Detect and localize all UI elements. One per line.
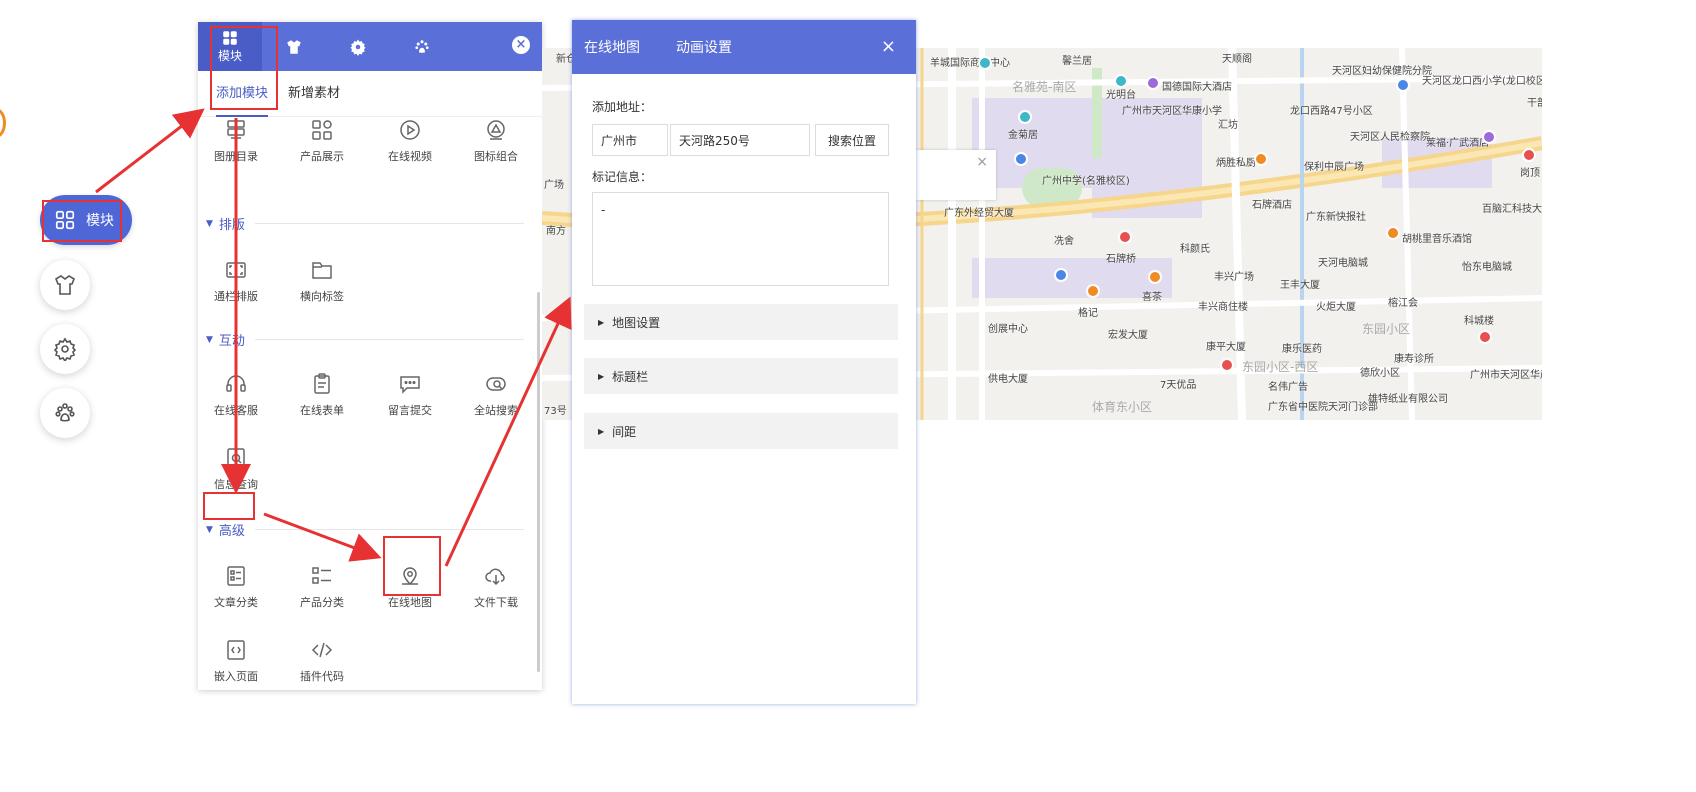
annotation-arrows: [95, 108, 572, 567]
